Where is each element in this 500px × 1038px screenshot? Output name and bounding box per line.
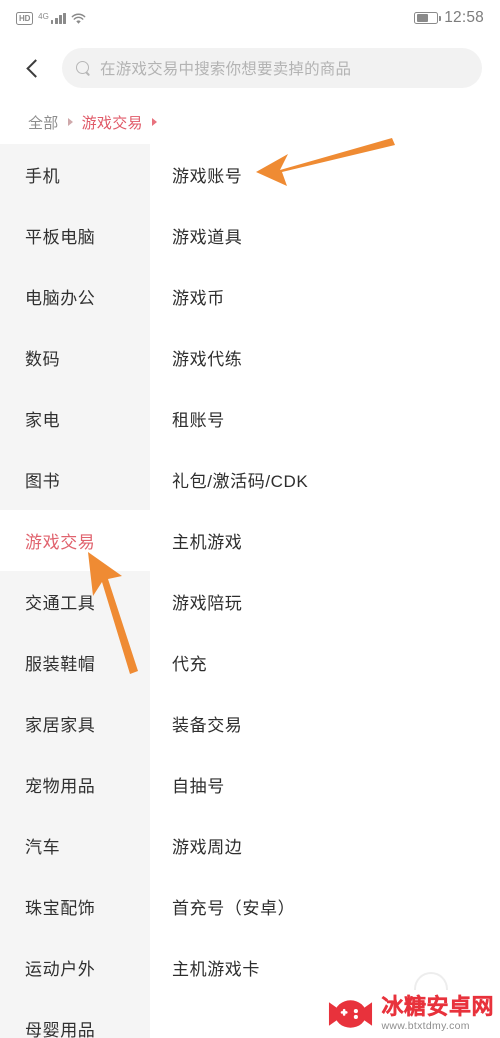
sidebar-item[interactable]: 珠宝配饰 — [0, 876, 150, 937]
sidebar-item-label: 珠宝配饰 — [25, 899, 96, 918]
sidebar-item[interactable]: 汽车 — [0, 815, 150, 876]
subcategory-item-label: 礼包/激活码/CDK — [172, 472, 309, 491]
search-icon — [76, 60, 91, 76]
search-input[interactable]: 在游戏交易中搜索你想要卖掉的商品 — [62, 48, 482, 88]
subcategory-item-label: 主机游戏 — [172, 533, 243, 552]
sidebar-item[interactable]: 家电 — [0, 388, 150, 449]
subcategory-item-label: 游戏币 — [172, 289, 225, 308]
subcategory-item-label: 游戏周边 — [172, 838, 243, 857]
sidebar-item[interactable]: 电脑办公 — [0, 266, 150, 327]
sidebar-item[interactable]: 平板电脑 — [0, 205, 150, 266]
subcategory-item-label: 游戏陪玩 — [172, 594, 243, 613]
subcategory-item-label: 游戏道具 — [172, 228, 243, 247]
signal-bars-icon: 4G — [38, 12, 66, 24]
subcategory-item-label: 主机游戏卡 — [172, 960, 260, 979]
subcategory-item[interactable]: 礼包/激活码/CDK — [150, 449, 500, 510]
breadcrumb: 全部 游戏交易 — [0, 100, 500, 144]
sidebar-item-label: 平板电脑 — [25, 228, 96, 247]
watermark-site-url: www.btxtdmy.com — [381, 1020, 470, 1033]
back-button[interactable] — [14, 46, 52, 90]
status-bar-left: HD 4G — [16, 11, 86, 25]
sidebar-item-label: 图书 — [25, 472, 61, 491]
sidebar-item[interactable]: 家居家具 — [0, 693, 150, 754]
network-type-label: 4G — [38, 12, 49, 21]
sidebar-item-label: 手机 — [25, 167, 61, 186]
subcategory-item-label: 装备交易 — [172, 716, 243, 735]
sidebar-item[interactable]: 服装鞋帽 — [0, 632, 150, 693]
subcategory-item[interactable]: 游戏币 — [150, 266, 500, 327]
chevron-left-icon — [25, 58, 45, 78]
category-browser: 手机平板电脑电脑办公数码家电图书游戏交易交通工具服装鞋帽家居家具宠物用品汽车珠宝… — [0, 144, 500, 1038]
sidebar-item[interactable]: 交通工具 — [0, 571, 150, 632]
subcategory-list[interactable]: 游戏账号游戏道具游戏币游戏代练租账号礼包/激活码/CDK 主机游戏游戏陪玩代充装备… — [150, 144, 500, 1038]
triangle-right-icon-active — [151, 118, 157, 126]
subcategory-item[interactable]: 主机游戏 — [150, 510, 500, 571]
sidebar-item[interactable]: 宠物用品 — [0, 754, 150, 815]
status-bar-right: 12:58 — [414, 9, 484, 27]
sidebar-category-list[interactable]: 手机平板电脑电脑办公数码家电图书游戏交易交通工具服装鞋帽家居家具宠物用品汽车珠宝… — [0, 144, 150, 1038]
status-bar: HD 4G 12:58 — [0, 0, 500, 36]
sidebar-item-label: 母婴用品 — [25, 1021, 96, 1038]
subcategory-item[interactable]: 自抽号 — [150, 754, 500, 815]
subcategory-item-label: 代充 — [172, 655, 208, 674]
subcategory-item-label: 游戏代练 — [172, 350, 243, 369]
subcategory-item[interactable]: 租账号 — [150, 388, 500, 449]
app-header: 在游戏交易中搜索你想要卖掉的商品 — [0, 36, 500, 100]
subcategory-item-label: 租账号 — [172, 411, 225, 430]
sidebar-item[interactable]: 图书 — [0, 449, 150, 510]
sidebar-item[interactable]: 运动户外 — [0, 937, 150, 998]
battery-icon — [414, 12, 442, 24]
sidebar-item-label: 游戏交易 — [25, 533, 96, 552]
sidebar-item-label: 电脑办公 — [25, 289, 96, 308]
subcategory-item[interactable]: 游戏账号 — [150, 144, 500, 205]
sidebar-item-label: 交通工具 — [25, 594, 96, 613]
sidebar-item[interactable]: 游戏交易 — [0, 510, 150, 571]
sidebar-item-label: 运动户外 — [25, 960, 96, 979]
subcategory-item[interactable]: 游戏陪玩 — [150, 571, 500, 632]
subcategory-item-label: 自抽号 — [172, 777, 225, 796]
site-watermark: 冰糖安卓网 www.btxtdmy.com — [327, 994, 494, 1034]
clock-label: 12:58 — [444, 9, 484, 26]
sidebar-item-label: 数码 — [25, 350, 61, 369]
breadcrumb-item-all[interactable]: 全部 — [28, 112, 59, 133]
subcategory-item[interactable]: 游戏周边 — [150, 815, 500, 876]
sidebar-item-label: 家电 — [25, 411, 61, 430]
hd-icon: HD — [16, 11, 34, 25]
wifi-icon — [71, 12, 86, 24]
subcategory-item[interactable]: 游戏代练 — [150, 327, 500, 388]
signal-strength-bars — [50, 12, 66, 24]
breadcrumb-item-current[interactable]: 游戏交易 — [82, 112, 143, 133]
sidebar-item[interactable]: 手机 — [0, 144, 150, 205]
subcategory-item-label: 首充号（安卓） — [172, 899, 296, 918]
subcategory-item[interactable]: 首充号（安卓） — [150, 876, 500, 937]
subcategory-item-label: 游戏账号 — [172, 167, 243, 186]
subcategory-item[interactable]: 装备交易 — [150, 693, 500, 754]
sidebar-item-label: 汽车 — [25, 838, 61, 857]
sidebar-item-label: 宠物用品 — [25, 777, 96, 796]
sidebar-item-label: 家居家具 — [25, 716, 96, 735]
subcategory-item[interactable]: 代充 — [150, 632, 500, 693]
sidebar-item[interactable]: 数码 — [0, 327, 150, 388]
phone-screen: HD 4G 12:58 在游戏交易中搜索你想要卖掉的商品 全部 游戏交易 手机 … — [0, 0, 500, 1038]
sidebar-item[interactable]: 母婴用品 — [0, 998, 150, 1038]
triangle-right-icon — [67, 118, 73, 126]
gamepad-candy-logo-icon — [329, 1000, 373, 1028]
watermark-site-name: 冰糖安卓网 — [381, 994, 494, 1020]
search-placeholder: 在游戏交易中搜索你想要卖掉的商品 — [100, 61, 352, 78]
subcategory-item[interactable]: 游戏道具 — [150, 205, 500, 266]
sidebar-item-label: 服装鞋帽 — [25, 655, 96, 674]
